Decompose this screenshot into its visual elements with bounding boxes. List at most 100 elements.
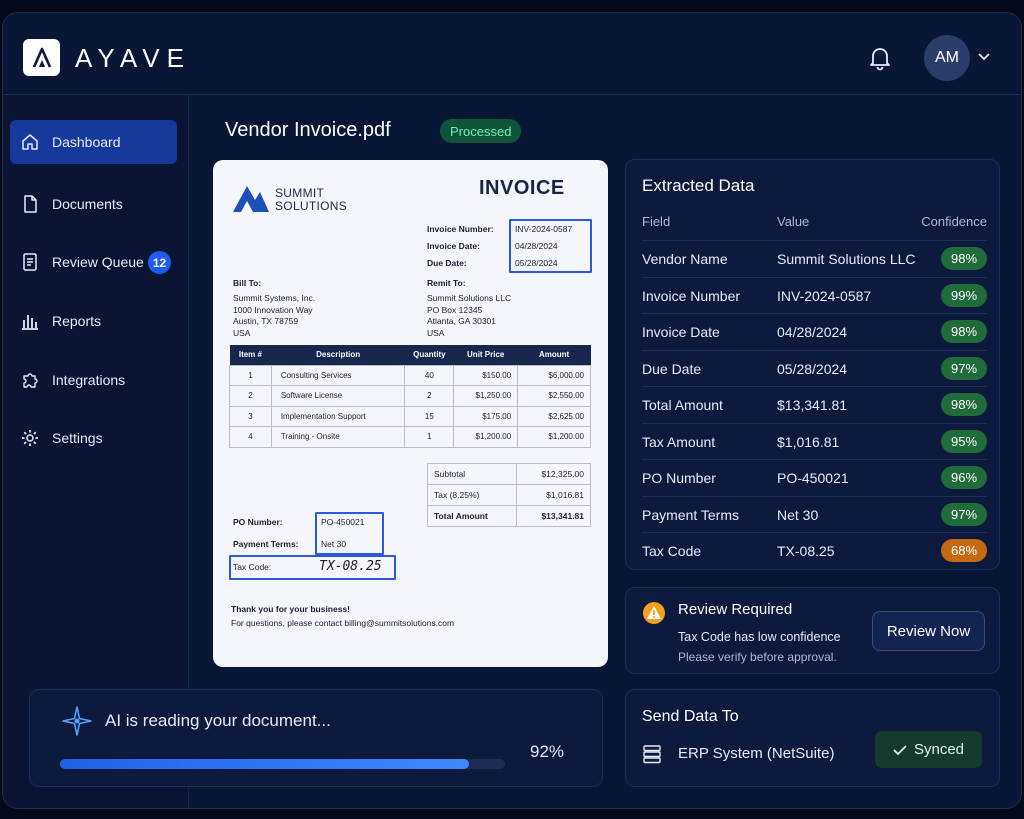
user-avatar[interactable]: AM [924, 35, 970, 81]
field-value: Summit Solutions LLC [777, 251, 916, 267]
check-icon [893, 744, 907, 755]
warning-icon [643, 602, 665, 624]
sidebar-item-reports[interactable]: Reports [10, 299, 177, 343]
progress-bar-fill [60, 759, 470, 769]
sidebar-item-label: Integrations [52, 372, 126, 388]
document-icon [24, 195, 37, 213]
sparkle-icon [62, 706, 92, 736]
field-value: Net 30 [777, 506, 819, 523]
table-row: 3 Implementation Support 15 $175.00 $2,6… [229, 405, 591, 427]
tax-row: Tax (8.25%) $1,016.81 [427, 484, 591, 506]
table-row: 4 Training - Onsite 1 $1,200.00 $1,200.0… [229, 426, 591, 448]
send-data-panel: Send Data To ERP System (NetSuite) Synce… [625, 689, 1000, 787]
extracted-row[interactable]: Tax Amount $1,016.81 95% [642, 422, 987, 460]
app-name: AYAVE [75, 43, 191, 73]
confidence-badge: 96% [941, 466, 987, 489]
bar-chart-icon [22, 315, 38, 330]
line-items-table: Item # Description Quantity Unit Price A… [229, 345, 591, 448]
extracted-row[interactable]: Total Amount $13,341.81 98% [642, 386, 987, 423]
field-name: Due Date [642, 360, 702, 377]
table-cell: $2,550.00 [517, 385, 591, 407]
extracted-row[interactable]: Invoice Number INV-2024-0587 99% [642, 276, 987, 314]
tax-code-value: TX-08.25 [319, 559, 382, 574]
due-date-label: Due Date: [427, 258, 467, 268]
synced-button[interactable]: Synced [875, 731, 982, 768]
field-name: Tax Amount [642, 433, 716, 450]
review-now-button[interactable]: Review Now [872, 611, 985, 651]
sidebar-item-label: Review Queue [52, 254, 144, 270]
column-header: Description [271, 345, 405, 365]
invoice-heading: INVOICE [479, 177, 565, 199]
extracted-row[interactable]: Payment Terms Net 30 97% [642, 495, 987, 533]
table-cell: $1,200.00 [517, 426, 591, 448]
chevron-down-icon[interactable] [977, 52, 991, 62]
bill-to-label: Bill To: [233, 278, 262, 288]
extracted-row[interactable]: Invoice Date 04/28/2024 98% [642, 313, 987, 350]
extracted-row[interactable]: Vendor Name Summit Solutions LLC 98% [642, 240, 987, 277]
totals-table: Subtotal $12,325.00 Tax (8.25%) $1,016.8… [427, 463, 591, 527]
app-window: AYAVE AM Dashboard Documents Review Queu… [2, 12, 1022, 809]
bill-to-line: USA [233, 327, 251, 338]
ai-status-message: AI is reading your document... [105, 711, 331, 730]
field-name: Tax Code [642, 543, 702, 559]
sidebar-item-settings[interactable]: Settings [10, 416, 177, 460]
table-cell: Training - Onsite [270, 426, 406, 448]
sidebar-item-review-queue[interactable]: Review Queue 12 [10, 240, 177, 284]
review-queue-badge: 12 [148, 251, 171, 274]
field-name: Vendor Name [642, 251, 728, 267]
invoice-preview[interactable]: SUMMIT SOLUTIONS INVOICE Invoice Number:… [213, 160, 608, 667]
po-number-value: PO-450021 [321, 517, 365, 527]
document-title: Vendor Invoice.pdf [225, 119, 391, 141]
bill-to-line: 1000 Innovation Way [233, 304, 313, 315]
vendor-line2: SOLUTIONS [275, 199, 348, 213]
field-value: 05/28/2024 [777, 360, 848, 377]
extracted-row[interactable]: PO Number PO-450021 96% [642, 459, 987, 496]
logo-mark[interactable] [23, 39, 60, 76]
vendor-logo-text: SUMMIT SOLUTIONS [275, 187, 347, 213]
table-row: 2 Software License 2 $1,250.00 $2,550.00 [229, 385, 591, 407]
extracted-row[interactable]: Tax Code TX-08.25 68% [642, 532, 987, 569]
send-data-title: Send Data To [642, 708, 739, 725]
field-value: INV-2024-0587 [777, 287, 872, 304]
bell-icon[interactable] [867, 45, 893, 71]
column-header: Unit Price [453, 345, 518, 365]
sidebar-item-dashboard[interactable]: Dashboard [10, 120, 177, 164]
bill-to-address: Summit Systems, Inc. 1000 Innovation Way… [233, 293, 315, 339]
review-sub-message: Please verify before approval. [678, 650, 837, 664]
confidence-badge: 97% [941, 502, 987, 526]
confidence-badge: 98% [941, 393, 987, 416]
remit-to-address: Summit Solutions LLC PO Box 12345 Atlant… [427, 293, 511, 339]
total-row: Total Amount $13,341.81 [427, 505, 591, 527]
extracted-row[interactable]: Due Date 05/28/2024 97% [642, 349, 987, 387]
invoice-number-label: Invoice Number: [427, 224, 494, 234]
remit-to-line: USA [427, 327, 445, 338]
table-cell: $6,000.00 [517, 364, 591, 386]
puzzle-icon [23, 373, 38, 388]
field-value: 04/28/2024 [777, 324, 848, 340]
sidebar-item-integrations[interactable]: Integrations [10, 358, 177, 402]
database-icon [643, 745, 661, 764]
sidebar-item-documents[interactable]: Documents [10, 182, 177, 226]
extracted-data-title: Extracted Data [642, 176, 755, 195]
column-header: Item # [229, 345, 272, 365]
table-cell: Software License [270, 385, 406, 407]
home-icon [22, 134, 38, 150]
review-title: Review Required [678, 601, 793, 618]
table-cell: 4 [229, 426, 272, 448]
remit-to-label: Remit To: [427, 278, 466, 288]
table-cell: 2 [404, 385, 455, 407]
confidence-badge: 98% [941, 320, 987, 343]
synced-label: Synced [913, 741, 965, 758]
top-bar: AYAVE AM [3, 13, 1021, 95]
tax-label: Tax (8.25%) [427, 484, 517, 506]
table-cell: $1,200.00 [453, 426, 519, 448]
confidence-badge-warning: 68% [941, 539, 987, 562]
field-name: Invoice Number [642, 287, 741, 304]
column-header: Quantity [404, 345, 454, 365]
value-column-header: Value [777, 214, 810, 229]
field-value: $13,341.81 [777, 397, 848, 413]
send-target: ERP System (NetSuite) [678, 745, 835, 762]
bill-to-line: Austin, TX 78759 [233, 316, 299, 326]
due-date-value: 05/28/2024 [515, 258, 558, 268]
field-value: PO-450021 [777, 470, 849, 486]
